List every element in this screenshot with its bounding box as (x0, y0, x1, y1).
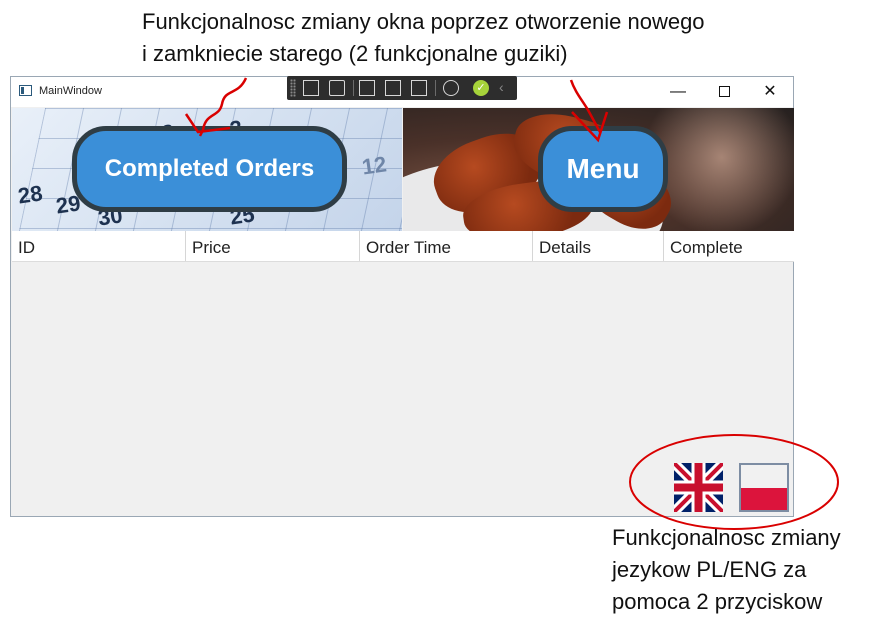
maximize-button[interactable] (701, 77, 747, 107)
live-tree-icon[interactable] (303, 80, 319, 96)
debug-toolbar: ✓ ‹ (287, 76, 517, 100)
calendar-number: 28 (16, 180, 45, 209)
maximize-icon (718, 86, 730, 98)
pl-flag-white (741, 465, 787, 488)
column-header-order-time[interactable]: Order Time (360, 231, 533, 261)
collapse-icon[interactable]: ‹ (499, 79, 504, 95)
annotation-line: Funkcjonalnosc zmiany (612, 525, 841, 550)
check-icon[interactable]: ✓ (473, 80, 489, 96)
pl-flag-red (741, 487, 787, 510)
uk-flag-icon (674, 463, 723, 512)
minimize-button[interactable]: — (655, 77, 701, 107)
select-element-icon[interactable] (359, 80, 375, 96)
polish-language-button[interactable] (739, 463, 789, 512)
orders-grid-header: ID Price Order Time Details Complete (12, 231, 794, 262)
grip-handle[interactable] (290, 79, 296, 97)
app-icon (19, 85, 32, 96)
column-header-complete[interactable]: Complete (664, 231, 794, 261)
annotation-line: Funkcjonalnosc zmiany okna poprzez otwor… (142, 9, 705, 34)
column-header-price[interactable]: Price (186, 231, 360, 261)
annotation-line: i zamkniecie starego (2 funkcjonalne guz… (142, 41, 568, 66)
annotation-line: jezykow PL/ENG za (612, 557, 807, 582)
hot-reload-icon[interactable] (443, 80, 459, 96)
bottom-annotation: Funkcjonalnosc zmiany jezykow PL/ENG za … (612, 522, 868, 618)
track-focus-icon[interactable] (411, 80, 427, 96)
display-adorners-icon[interactable] (385, 80, 401, 96)
close-button[interactable]: ✕ (747, 77, 793, 107)
toolbar-separator (435, 80, 436, 96)
menu-button[interactable]: Menu (538, 126, 668, 212)
top-annotation: Funkcjonalnosc zmiany okna poprzez otwor… (142, 6, 782, 70)
english-language-button[interactable] (674, 463, 723, 512)
column-header-id[interactable]: ID (12, 231, 186, 261)
toolbar-separator (353, 80, 354, 96)
annotation-line: pomoca 2 przyciskow (612, 589, 823, 614)
completed-orders-button[interactable]: Completed Orders (72, 126, 347, 212)
column-header-details[interactable]: Details (533, 231, 664, 261)
calendar-number: 12 (360, 151, 389, 180)
camera-icon[interactable] (329, 80, 345, 96)
window-title: MainWindow (39, 85, 102, 97)
